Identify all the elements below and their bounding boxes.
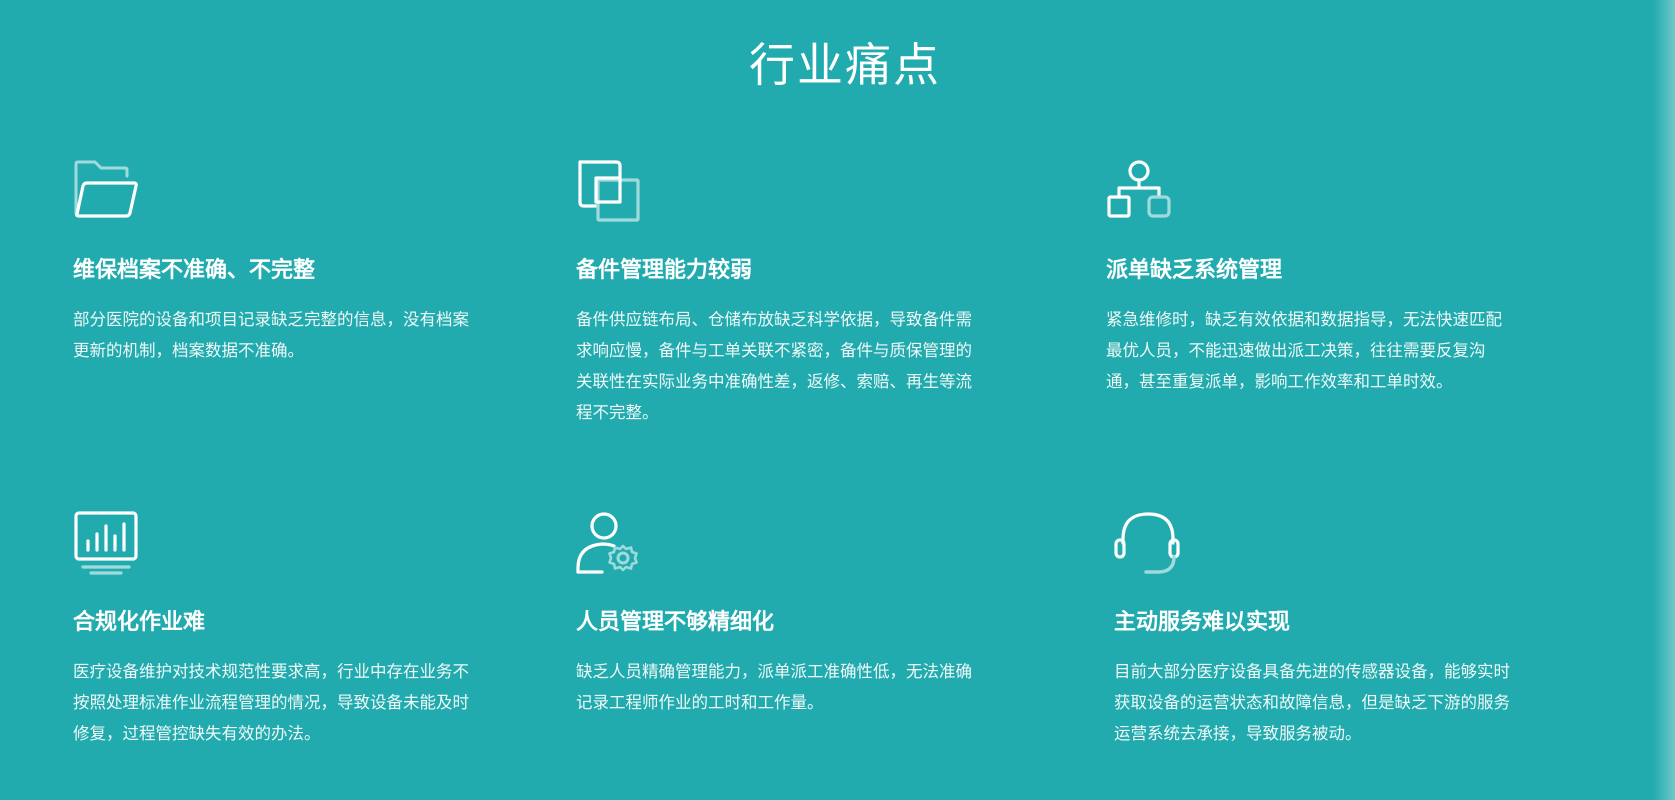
- right-edge-shade: [1653, 0, 1675, 800]
- folder-icon: [73, 158, 143, 228]
- pain-point-card-personnel: 人员管理不够精细化 缺乏人员精确管理能力，派单派工准确性低，无法准确记录工程师作…: [576, 510, 996, 750]
- copy-squares-icon: [576, 158, 646, 228]
- card-description: 部分医院的设备和项目记录缺乏完整的信息，没有档案更新的机制，档案数据不准确。: [73, 310, 469, 360]
- monitor-chart-icon: [73, 510, 143, 580]
- pain-point-card-compliance: 合规化作业难 医疗设备维护对技术规范性要求高，行业中存在业务不按照处理标准作业流…: [73, 510, 493, 750]
- card-description: 紧急维修时，缺乏有效依据和数据指导，无法快速匹配最优人员，不能迅速做出派工决策，…: [1106, 310, 1502, 391]
- card-title: 合规化作业难: [73, 610, 206, 635]
- card-title: 维保档案不准确、不完整: [73, 258, 316, 283]
- pain-point-card-dispatch: 派单缺乏系统管理 紧急维修时，缺乏有效依据和数据指导，无法快速匹配最优人员，不能…: [1106, 158, 1526, 391]
- section-title: 行业痛点: [749, 37, 941, 92]
- card-title: 备件管理能力较弱: [576, 258, 753, 283]
- pain-point-card-archive: 维保档案不准确、不完整 部分医院的设备和项目记录缺乏完整的信息，没有档案更新的机…: [73, 158, 493, 360]
- card-title: 人员管理不够精细化: [576, 610, 775, 635]
- card-description: 目前大部分医疗设备具备先进的传感器设备，能够实时获取设备的运营状态和故障信息，但…: [1114, 662, 1510, 743]
- headset-icon: [1114, 510, 1184, 580]
- user-gear-icon: [576, 510, 646, 580]
- pain-point-card-proactive-service: 主动服务难以实现 目前大部分医疗设备具备先进的传感器设备，能够实时获取设备的运营…: [1114, 510, 1534, 750]
- pain-point-card-spare-parts: 备件管理能力较弱 备件供应链布局、仓储布放缺乏科学依据，导致备件需求响应慢，备件…: [576, 158, 996, 422]
- card-title: 主动服务难以实现: [1114, 610, 1291, 635]
- card-description: 缺乏人员精确管理能力，派单派工准确性低，无法准确记录工程师作业的工时和工作量。: [576, 662, 972, 712]
- card-description: 医疗设备维护对技术规范性要求高，行业中存在业务不按照处理标准作业流程管理的情况，…: [73, 662, 469, 743]
- card-title: 派单缺乏系统管理: [1106, 258, 1283, 283]
- card-description: 备件供应链布局、仓储布放缺乏科学依据，导致备件需求响应慢，备件与工单关联不紧密，…: [576, 310, 972, 422]
- hierarchy-icon: [1106, 158, 1176, 228]
